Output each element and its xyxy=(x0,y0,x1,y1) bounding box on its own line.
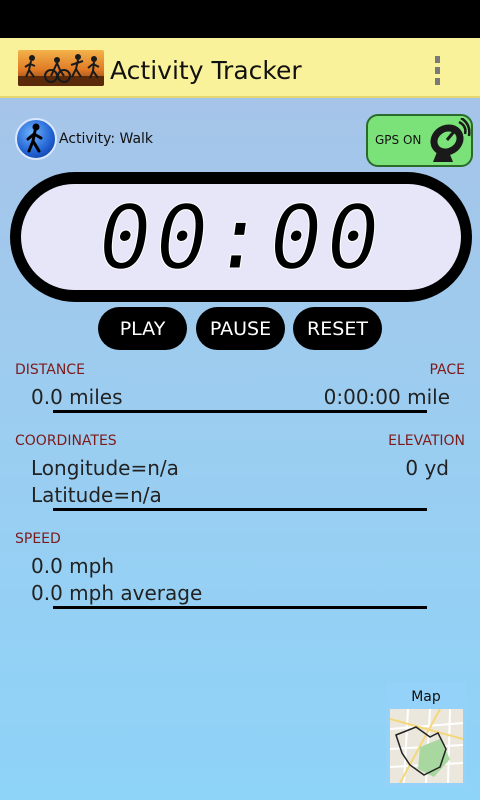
gps-status-label: GPS ON xyxy=(375,133,422,147)
pace-label: PACE xyxy=(429,362,466,378)
gps-toggle-button[interactable]: GPS ON xyxy=(366,114,473,167)
map-button[interactable]: Map xyxy=(386,683,466,787)
play-button[interactable]: PLAY xyxy=(98,307,187,350)
divider xyxy=(53,508,427,511)
overflow-dot-icon xyxy=(434,55,440,63)
pace-value: 0:00:00 mile xyxy=(323,385,450,409)
timer-face: 00:00 xyxy=(21,184,461,290)
overflow-menu-button[interactable] xyxy=(422,52,452,88)
speed-average-value: 0.0 mph average xyxy=(31,581,203,605)
divider xyxy=(53,606,427,609)
elevation-value: 0 yd xyxy=(405,456,449,480)
action-bar: Activity Tracker xyxy=(0,38,480,98)
map-thumbnail-icon xyxy=(390,709,463,783)
elevation-label: ELEVATION xyxy=(388,433,465,449)
app-title: Activity Tracker xyxy=(110,56,302,85)
walking-person-icon[interactable] xyxy=(15,118,57,160)
latitude-value: Latitude=n/a xyxy=(31,483,162,507)
coordinates-label: COORDINATES xyxy=(15,433,117,449)
distance-label: DISTANCE xyxy=(15,362,85,378)
activity-label: Activity: Walk xyxy=(59,131,154,147)
overflow-dot-icon xyxy=(434,66,440,74)
timer-display: 00:00 xyxy=(10,172,472,302)
speed-label: SPEED xyxy=(15,531,61,547)
app-logo-icon xyxy=(18,50,104,86)
reset-button[interactable]: RESET xyxy=(293,307,382,350)
satellite-dish-icon xyxy=(423,116,471,164)
distance-value: 0.0 miles xyxy=(31,385,123,409)
timer-value: 00:00 xyxy=(91,185,391,289)
divider xyxy=(53,410,427,413)
longitude-value: Longitude=n/a xyxy=(31,456,179,480)
pause-button[interactable]: PAUSE xyxy=(196,307,285,350)
speed-value: 0.0 mph xyxy=(31,554,115,578)
status-bar xyxy=(0,0,480,38)
map-label: Map xyxy=(411,689,441,705)
overflow-dot-icon xyxy=(434,77,440,85)
